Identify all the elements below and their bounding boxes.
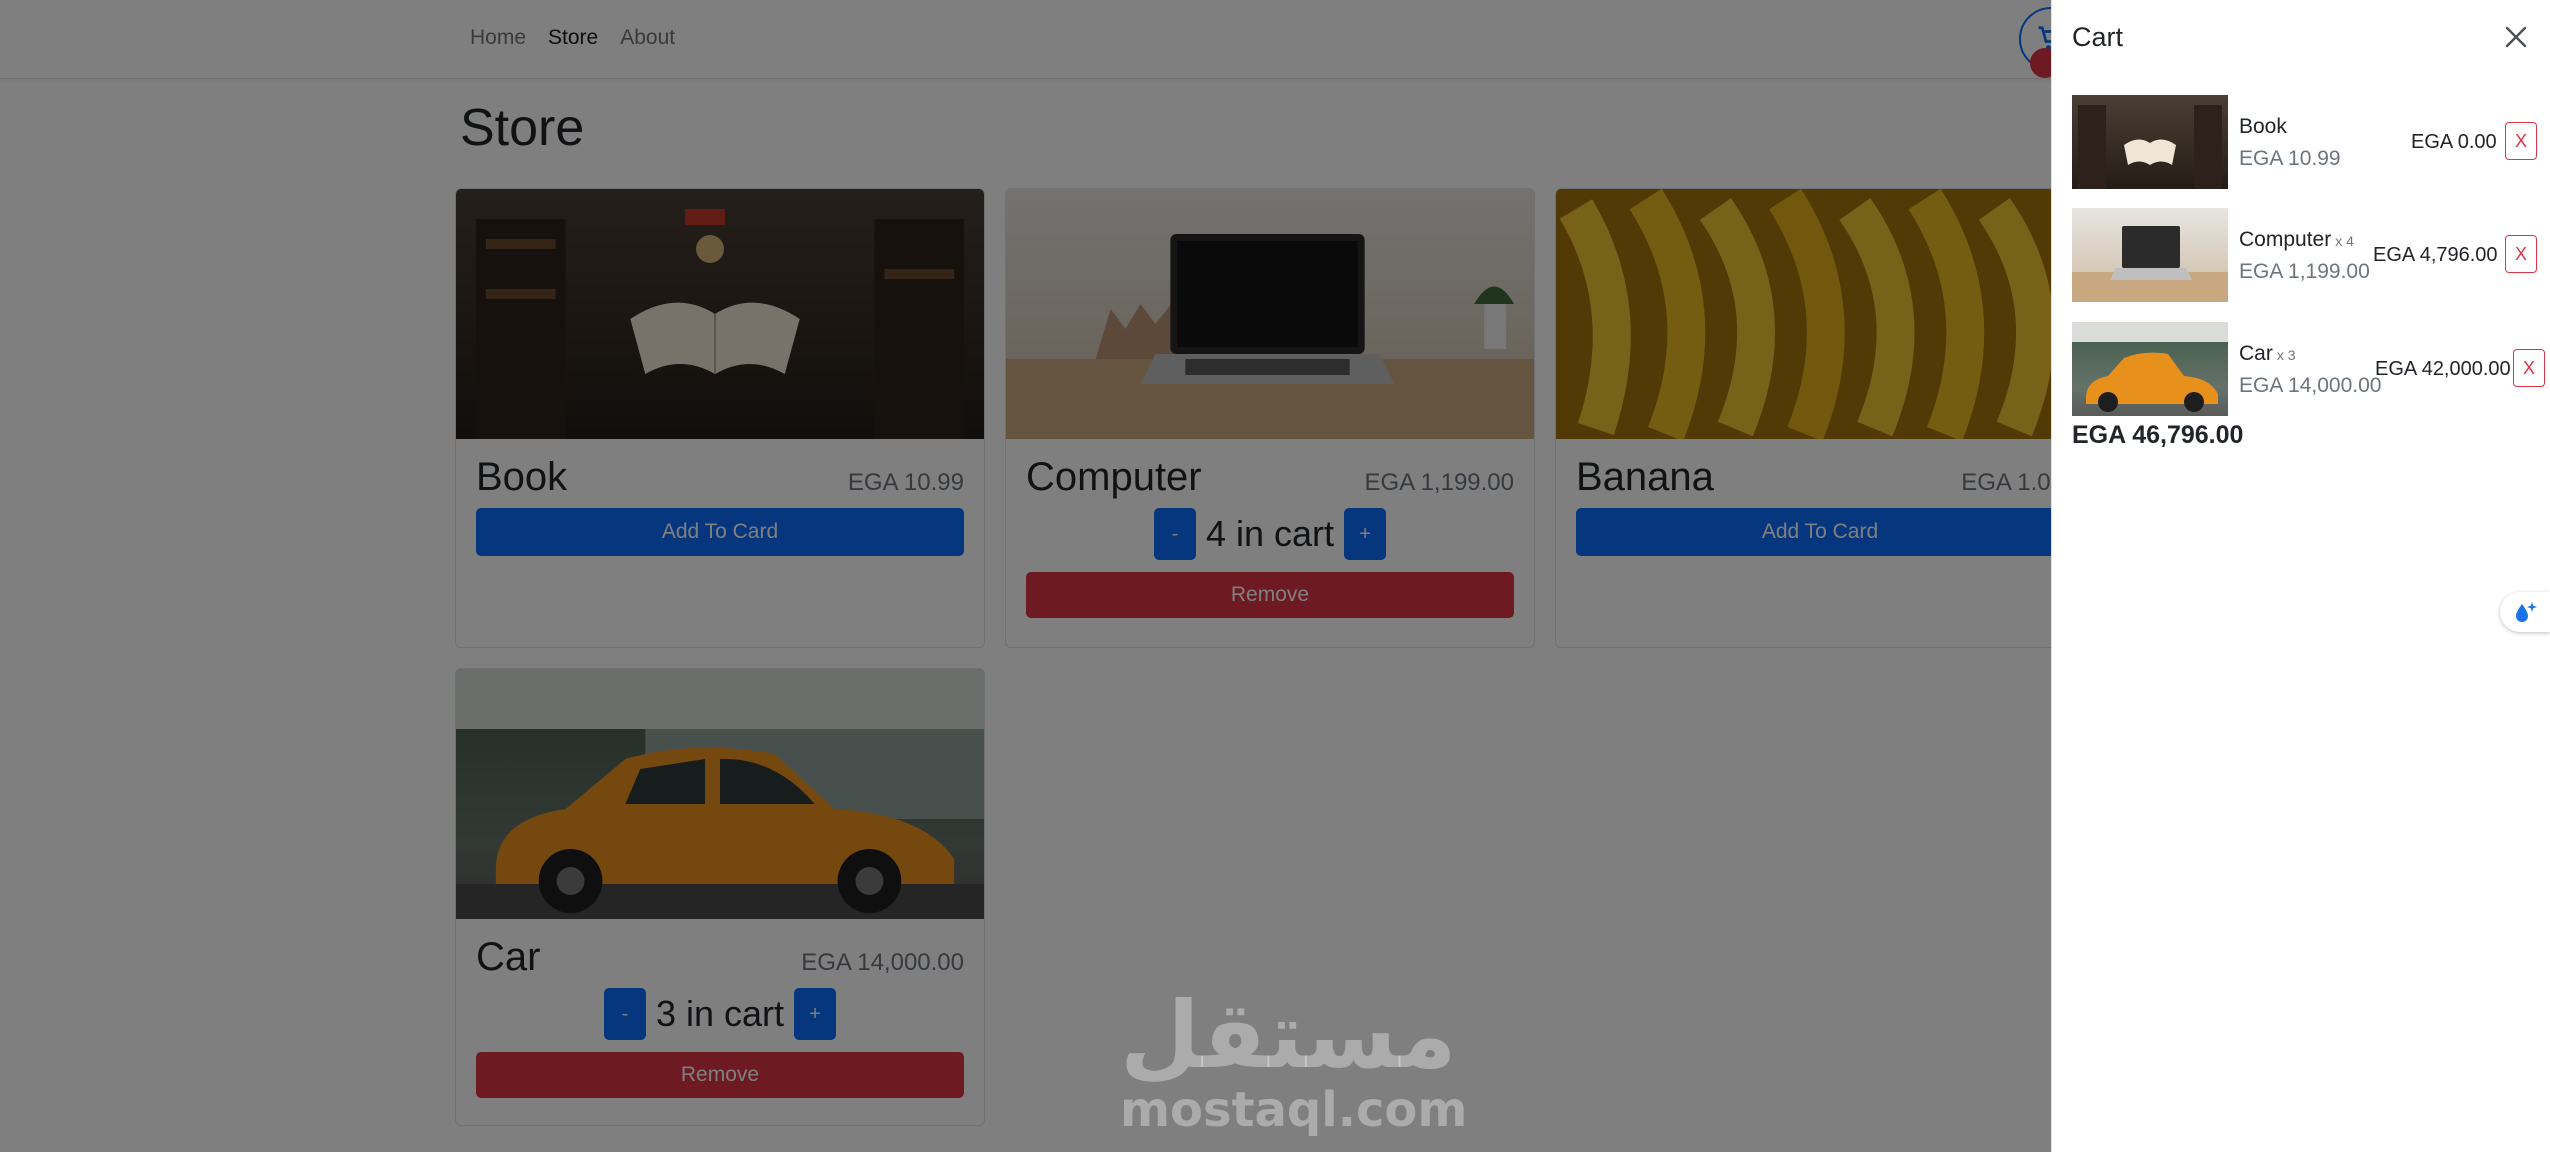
cart-title: Cart <box>2072 22 2124 52</box>
cart-item-book: Book EGA 10.99 EGA 0.00 X <box>2072 95 2537 189</box>
cart-item-image <box>2072 322 2228 416</box>
cart-item-image <box>2072 208 2228 302</box>
cart-item-unit-price: EGA 1,199.00 <box>2239 260 2370 283</box>
cart-item-remove-button[interactable]: X <box>2505 122 2537 160</box>
cart-item-unit-price: EGA 14,000.00 <box>2239 374 2382 397</box>
cart-item-total: EGA 42,000.00 <box>2375 358 2511 380</box>
close-icon[interactable] <box>2499 20 2533 54</box>
watermark-arabic: مستقل <box>1120 982 1457 1089</box>
cart-item-name: Computer x 4 <box>2239 228 2354 252</box>
cart-item-qty: x 4 <box>2335 233 2354 249</box>
cart-item-name: Car x 3 <box>2239 342 2296 366</box>
watermark: مستقل mostaql.com <box>1120 982 1468 1138</box>
cart-item-unit-price: EGA 10.99 <box>2239 147 2341 170</box>
cart-item-computer: Computer x 4 EGA 1,199.00 EGA 4,796.00 X <box>2072 208 2537 302</box>
cart-item-car: Car x 3 EGA 14,000.00 EGA 42,000.00 X <box>2072 322 2545 416</box>
cart-item-name-text: Computer <box>2239 228 2332 251</box>
sparkle-drop-icon <box>2516 602 2537 622</box>
cart-item-remove-button[interactable]: X <box>2505 235 2537 273</box>
cart-item-image <box>2072 95 2228 189</box>
cart-grand-total: EGA 46,796.00 <box>2072 421 2244 449</box>
cart-item-total: EGA 0.00 <box>2411 131 2497 153</box>
cart-item-qty: x 3 <box>2276 347 2296 363</box>
cart-item-remove-button[interactable]: X <box>2513 349 2545 387</box>
cart-panel: Cart Book EGA 10.99 EGA 0.00 X Computer x… <box>2051 0 2550 1152</box>
cart-item-name-text: Book <box>2239 115 2287 138</box>
floating-helper-button[interactable] <box>2500 592 2550 632</box>
watermark-latin: mostaql.com <box>1120 1082 1468 1138</box>
cart-item-total: EGA 4,796.00 <box>2373 244 2498 266</box>
cart-item-name: Book <box>2239 115 2291 139</box>
cart-item-name-text: Car <box>2239 342 2273 365</box>
